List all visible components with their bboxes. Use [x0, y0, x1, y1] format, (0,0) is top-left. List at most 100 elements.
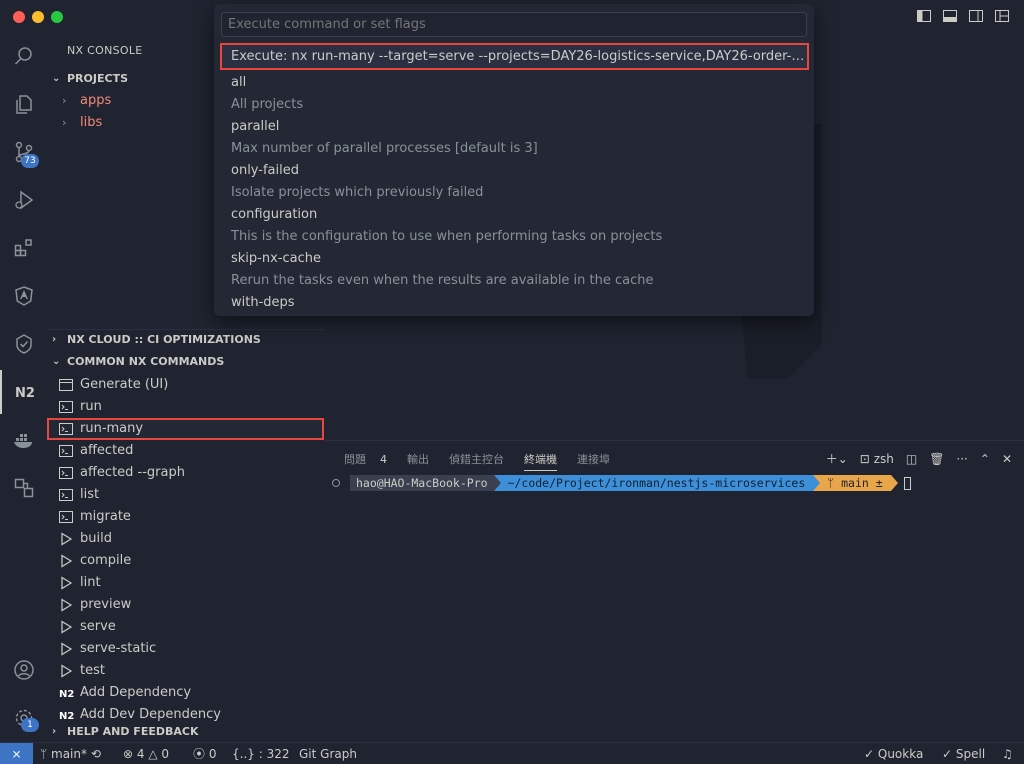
minimize-window-button[interactable] — [32, 11, 44, 23]
prompt-end — [890, 475, 898, 491]
customize-layout-icon[interactable] — [994, 8, 1010, 24]
common-commands-list: Generate (UI) run run-many affected affected… — [47, 374, 324, 726]
close-panel-icon[interactable]: ✕ — [1002, 452, 1012, 466]
terminal-shell-label[interactable]: ⊡ zsh — [860, 452, 894, 466]
spell-status[interactable]: ✓ Spell — [942, 743, 985, 764]
command-label: migrate — [80, 509, 131, 524]
terminal-icon — [58, 510, 74, 524]
execute-command-item[interactable]: Execute: nx run-many --target=serve --pr… — [220, 43, 809, 70]
command-item-compile[interactable]: compile — [47, 550, 324, 572]
command-item-lint[interactable]: lint — [47, 572, 324, 594]
prompt-git: ᛘ main ± — [813, 475, 891, 491]
check-icon: ✓ — [864, 747, 878, 761]
notifications-bell-icon[interactable]: ♫ — [1002, 743, 1013, 764]
command-label: Generate (UI) — [80, 377, 169, 392]
maximize-panel-icon[interactable]: ⌃ — [980, 452, 990, 466]
terminal-prompt[interactable]: hao@HAO-MacBook-Pro ~/code/Project/ironm… — [332, 475, 911, 491]
git-graph-button[interactable]: Git Graph — [299, 743, 357, 764]
remote-explorer-icon[interactable] — [0, 466, 47, 510]
warning-icon: △ — [148, 747, 162, 761]
toggle-panel-icon[interactable] — [942, 8, 958, 24]
toggle-sidebar-icon[interactable] — [916, 8, 932, 24]
angular-icon[interactable] — [0, 274, 47, 318]
play-icon — [58, 642, 74, 656]
maximize-window-button[interactable] — [51, 11, 63, 23]
command-label: affected — [80, 443, 134, 458]
git-branch-icon: ᛘ — [827, 476, 842, 490]
extensions-icon[interactable] — [0, 226, 47, 270]
close-window-button[interactable] — [13, 11, 25, 23]
prompt-path: ~/code/Project/ironman/nestjs-microservi… — [493, 475, 814, 491]
chevron-down-icon: ⌄ — [52, 356, 61, 367]
panel-tab-0[interactable]: 問題 4 — [344, 451, 387, 471]
split-terminal-icon[interactable]: ◫ — [906, 452, 917, 466]
command-label: run — [80, 399, 102, 414]
testing-icon[interactable] — [0, 322, 47, 366]
more-actions-icon[interactable]: ··· — [956, 452, 967, 466]
play-icon — [58, 664, 74, 678]
nx-cloud-section-header[interactable]: › NX CLOUD :: CI OPTIMIZATIONS — [47, 329, 324, 351]
command-item-build[interactable]: build — [47, 528, 324, 550]
problems-status[interactable]: ⊗ 4 △ 0 — [123, 743, 169, 764]
command-item-test[interactable]: test — [47, 660, 324, 682]
command-item-add-dependency[interactable]: N2 Add Dependency — [47, 682, 324, 704]
command-item-affected-graph[interactable]: affected --graph — [47, 462, 324, 484]
panel-tab-4[interactable]: 連接埠 — [577, 451, 610, 471]
command-item-serve[interactable]: serve — [47, 616, 324, 638]
account-icon[interactable] — [0, 648, 47, 692]
explorer-icon[interactable] — [0, 82, 47, 126]
command-item-run-many[interactable]: run-many — [47, 418, 324, 440]
flag-description: Isolate projects which previously failed — [231, 185, 484, 200]
command-item-preview[interactable]: preview — [47, 594, 324, 616]
command-label: serve-static — [80, 641, 157, 656]
flag-name: only-failed — [231, 163, 299, 178]
flag-option-with-deps[interactable]: with-deps Include dependencies of specifi… — [231, 292, 801, 316]
panel-tab-3[interactable]: 終端機 — [524, 451, 557, 471]
terminal-icon — [58, 466, 74, 480]
git-branch-icon: ᛘ — [40, 747, 52, 761]
command-item-serve-static[interactable]: serve-static — [47, 638, 324, 660]
command-item-list[interactable]: list — [47, 484, 324, 506]
command-input[interactable] — [221, 12, 807, 37]
play-icon — [58, 620, 74, 634]
run-debug-icon[interactable] — [0, 178, 47, 222]
flag-option-skip-nx-cache[interactable]: skip-nx-cache Rerun the tasks even when t… — [231, 248, 801, 292]
prompt-circle-icon — [332, 479, 340, 487]
new-terminal-icon[interactable]: ＋⌄ — [826, 450, 848, 467]
help-feedback-section-header[interactable]: › HELP AND FEEDBACK — [47, 721, 324, 743]
command-item-affected[interactable]: affected — [47, 440, 324, 462]
panel-tabs: 問題 4 輸出 偵錯主控台 終端機 連接埠 — [344, 451, 630, 471]
flag-name: skip-nx-cache — [231, 251, 321, 266]
settings-gear-icon[interactable]: 1 — [0, 696, 47, 740]
ports-status[interactable]: ⦿ 0 — [193, 743, 216, 764]
sync-icon: ⟲ — [90, 747, 101, 761]
status-bar: ⨯ ᛘ main* ⟲ ⊗ 4 △ 0 ⦿ 0 {..} : 322 Git G… — [0, 742, 1024, 764]
flag-option-only-failed[interactable]: only-failed Isolate projects which previo… — [231, 160, 801, 204]
source-control-icon[interactable]: 73 — [0, 130, 47, 174]
nx-icon: N2 — [58, 686, 74, 700]
panel-tab-2[interactable]: 偵錯主控台 — [449, 451, 504, 471]
docker-icon[interactable] — [0, 418, 47, 462]
search-icon[interactable] — [0, 34, 47, 78]
command-item-migrate[interactable]: migrate — [47, 506, 324, 528]
command-label: test — [80, 663, 105, 678]
command-label: list — [80, 487, 100, 502]
quokka-status[interactable]: ✓ Quokka — [864, 743, 923, 764]
toggle-secondary-sidebar-icon[interactable] — [968, 8, 984, 24]
terminal-icon: ⊡ — [859, 451, 870, 466]
flag-option-configuration[interactable]: configuration This is the configuration t… — [231, 204, 801, 248]
flag-option-all[interactable]: all All projects — [231, 72, 801, 116]
command-item-generate-ui[interactable]: Generate (UI) — [47, 374, 324, 396]
json-status[interactable]: {..} : 322 — [232, 743, 289, 764]
panel-tab-1[interactable]: 輸出 — [407, 451, 429, 471]
trash-icon[interactable]: 🗑 — [929, 452, 944, 466]
remote-indicator-icon[interactable]: ⨯ — [0, 743, 33, 764]
chevron-right-icon: › — [52, 334, 57, 345]
flag-option-parallel[interactable]: parallel Max number of parallel processes… — [231, 116, 801, 160]
command-item-run[interactable]: run — [47, 396, 324, 418]
chevron-down-icon: ⌄ — [52, 73, 61, 84]
branch-status[interactable]: ᛘ main* ⟲ — [40, 743, 101, 764]
terminal-panel: 問題 4 輸出 偵錯主控台 終端機 連接埠 ＋⌄ ⊡ zsh ◫ 🗑 ··· ⌃ ✕ ha… — [324, 440, 1024, 742]
nx-console-icon[interactable]: N2 — [0, 370, 47, 414]
common-commands-section-header[interactable]: ⌄ COMMON NX COMMANDS — [47, 351, 324, 373]
